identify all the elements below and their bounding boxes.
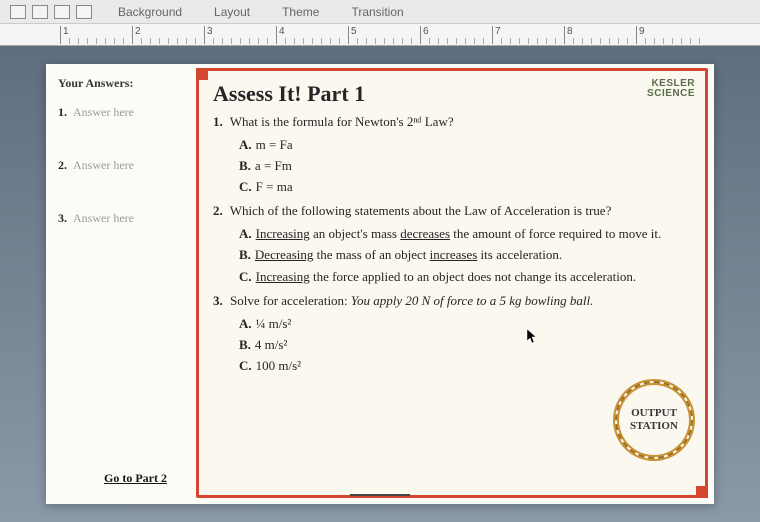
answer-placeholder-2[interactable]: Answer here [73, 158, 134, 173]
ruler-mark-3: 3 [204, 26, 213, 44]
brand-logo: KESLER SCIENCE [647, 79, 695, 99]
answers-title: Your Answers: [58, 76, 186, 91]
q2-prompt: Which of the following statements about … [230, 203, 612, 218]
ruler-mark-5: 5 [348, 26, 357, 44]
toolbar-icon-4[interactable] [76, 5, 92, 19]
answer-row-1: 1. Answer here [58, 105, 186, 120]
q1-opt-b: B.a = Fm [239, 157, 691, 175]
ruler-mark-4: 4 [276, 26, 285, 44]
answers-column: Your Answers: 1. Answer here 2. Answer h… [46, 64, 196, 504]
toolbar-icon-1[interactable] [10, 5, 26, 19]
q3-prompt-italic: You apply 20 N of force to a 5 kg bowlin… [351, 293, 593, 308]
q2-opt-a: A.Increasing an object's mass decreases … [239, 225, 691, 243]
toolbar-layout[interactable]: Layout [208, 3, 256, 21]
toolbar-icon-3[interactable] [54, 5, 70, 19]
q3-number: 3. [213, 293, 223, 308]
q2-number: 2. [213, 203, 223, 218]
ruler-mark-8: 8 [564, 26, 573, 44]
answer-row-2: 2. Answer here [58, 158, 186, 173]
ruler-mark-2: 2 [132, 26, 141, 44]
stamp-ring-icon [615, 381, 693, 459]
toolbar-background[interactable]: Background [112, 3, 188, 21]
ruler-mark-9: 9 [636, 26, 645, 44]
q1-number: 1. [213, 114, 223, 129]
answer-num-1: 1. [58, 105, 67, 120]
ruler-mark-7: 7 [492, 26, 501, 44]
q3-prompt-lead: Solve for acceleration: [230, 293, 351, 308]
document-page: Your Answers: 1. Answer here 2. Answer h… [46, 64, 714, 504]
q3-opt-c: C.100 m/s² [239, 357, 691, 375]
answer-num-3: 3. [58, 211, 67, 226]
answer-placeholder-1[interactable]: Answer here [73, 105, 134, 120]
page-footer-divider [350, 494, 410, 496]
answer-placeholder-3[interactable]: Answer here [73, 211, 134, 226]
question-2: 2. Which of the following statements abo… [213, 202, 691, 285]
q3-opt-b: B.4 m/s² [239, 336, 691, 354]
q1-opt-a: A.m = Fa [239, 136, 691, 154]
q3-opt-a: A.¼ m/s² [239, 315, 691, 333]
toolbar-icon-group [10, 5, 92, 19]
ruler-mark-1: 1 [60, 26, 69, 44]
question-1: 1. What is the formula for Newton's 2ⁿᵈ … [213, 113, 691, 196]
q1-prompt: What is the formula for Newton's 2ⁿᵈ Law… [230, 114, 454, 129]
assessment-title: Assess It! Part 1 [213, 81, 691, 107]
toolbar-theme[interactable]: Theme [276, 3, 325, 21]
brand-line2: SCIENCE [647, 89, 695, 99]
ruler-mark-6: 6 [420, 26, 429, 44]
horizontal-ruler: 1 2 3 4 5 6 7 8 9 [0, 24, 760, 46]
output-station-stamp: OUTPUT STATION [615, 381, 693, 459]
answer-num-2: 2. [58, 158, 67, 173]
goto-part-2-link[interactable]: Go to Part 2 [104, 471, 167, 486]
q2-opt-c: C.Increasing the force applied to an obj… [239, 268, 691, 286]
app-toolbar: Background Layout Theme Transition [0, 0, 760, 24]
question-3: 3. Solve for acceleration: You apply 20 … [213, 292, 691, 375]
answer-row-3: 3. Answer here [58, 211, 186, 226]
toolbar-icon-2[interactable] [32, 5, 48, 19]
q2-opt-b: B.Decreasing the mass of an object incre… [239, 246, 691, 264]
toolbar-transition[interactable]: Transition [345, 3, 409, 21]
assessment-panel: KESLER SCIENCE Assess It! Part 1 1. What… [196, 68, 708, 498]
q1-opt-c: C.F = ma [239, 178, 691, 196]
